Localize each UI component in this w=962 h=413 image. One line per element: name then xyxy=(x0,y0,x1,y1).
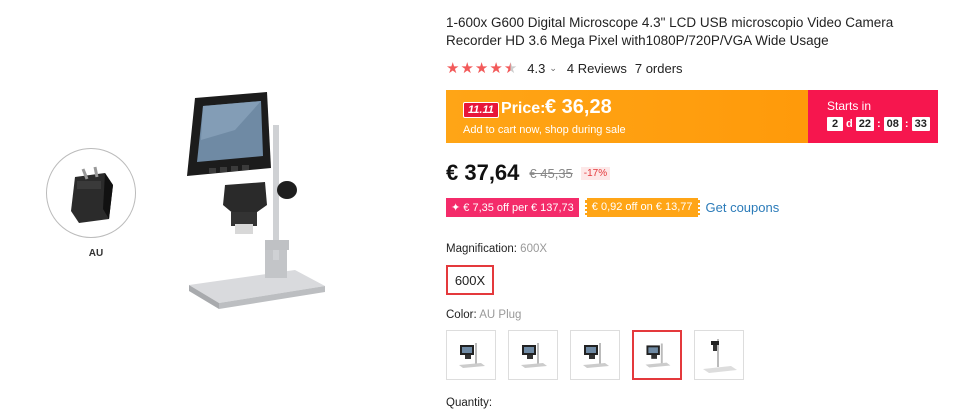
power-plug-image xyxy=(71,166,113,223)
countdown-separator: : xyxy=(904,118,909,130)
sale-banner: 11.11 Price: € 36,28 Add to cart now, sh… xyxy=(446,90,938,143)
countdown-seconds: 33 xyxy=(911,117,930,131)
quantity-label: Quantity: xyxy=(446,397,493,409)
microscope-stand-thumb-image xyxy=(703,339,737,373)
countdown-section: Starts in 2 d 22 : 08 : 33 xyxy=(808,90,938,143)
original-price: € 45,35 xyxy=(529,165,573,181)
sale-price: € 36,28 xyxy=(545,96,612,118)
magnification-label-text: Magnification: xyxy=(446,243,517,255)
countdown-hours: 22 xyxy=(855,117,874,131)
half-star-icon: ★ xyxy=(503,59,518,77)
get-coupons-link[interactable]: Get coupons xyxy=(706,200,780,215)
color-label-text: Color: xyxy=(446,309,477,321)
plug-label: AU xyxy=(88,248,104,259)
reviews-link[interactable]: 4 Reviews xyxy=(567,61,627,76)
countdown-timer: 2 d 22 : 08 : 33 xyxy=(827,117,930,131)
magnification-option-600x[interactable]: 600X xyxy=(446,265,494,295)
countdown-days-unit: d xyxy=(846,118,853,130)
star-icon: ★ xyxy=(474,59,489,77)
star-icon: ★ xyxy=(446,59,460,77)
store-coupon[interactable]: ✦ € 7,35 off per € 137,73 xyxy=(446,197,579,217)
color-option[interactable] xyxy=(508,330,558,380)
discount-badge: -17% xyxy=(580,166,611,180)
countdown-days: 2 xyxy=(827,117,843,131)
microscope-thumb-image xyxy=(459,343,485,368)
current-price: € 37,64 xyxy=(446,160,520,185)
microscope-thumb-image xyxy=(645,343,671,368)
price-row: € 37,64 € 45,35 -17% xyxy=(446,160,611,186)
magnification-label: Magnification: 600X xyxy=(446,243,547,255)
sale-badge: 11.11 xyxy=(463,102,499,118)
chevron-down-icon[interactable]: ⌄ xyxy=(549,63,557,74)
color-selected-value: AU Plug xyxy=(479,309,522,321)
color-option[interactable] xyxy=(570,330,620,380)
star-icon: ★ xyxy=(489,59,503,77)
plug-thumbnail[interactable] xyxy=(46,148,136,238)
orders-count: 7 orders xyxy=(634,60,683,76)
color-option[interactable] xyxy=(694,330,744,380)
color-options xyxy=(446,330,744,380)
sale-price-section: 11.11 Price: € 36,28 Add to cart now, sh… xyxy=(446,90,808,143)
microscope-thumb-image xyxy=(583,343,609,368)
magnification-selected-value: 600X xyxy=(520,243,548,255)
microscope-image xyxy=(187,92,325,309)
color-label: Color: AU Plug xyxy=(446,309,521,321)
microscope-thumb-image xyxy=(521,343,547,368)
sale-price-label: Price: xyxy=(501,100,546,117)
countdown-separator: : xyxy=(876,118,881,130)
star-icon: ★ xyxy=(460,59,474,77)
star-rating: ★ ★ ★ ★ ★ xyxy=(446,61,517,76)
countdown-minutes: 08 xyxy=(883,117,902,131)
coupons-row: ✦ € 7,35 off per € 137,73 € 0,92 off on … xyxy=(446,197,779,217)
image-gallery: AU xyxy=(0,0,440,413)
product-title: 1-600x G600 Digital Microscope 4.3" LCD … xyxy=(446,15,894,48)
color-option-selected[interactable] xyxy=(632,330,682,380)
starts-in-label: Starts in xyxy=(827,99,872,113)
color-option[interactable] xyxy=(446,330,496,380)
rating-row: ★ ★ ★ ★ ★ 4.3 ⌄ 4 Reviews 7 orders xyxy=(446,58,683,78)
rating-value[interactable]: 4.3 xyxy=(527,61,545,76)
seller-coupon[interactable]: € 0,92 off on € 13,77 xyxy=(584,197,700,217)
sale-subtext: Add to cart now, shop during sale xyxy=(463,124,626,136)
